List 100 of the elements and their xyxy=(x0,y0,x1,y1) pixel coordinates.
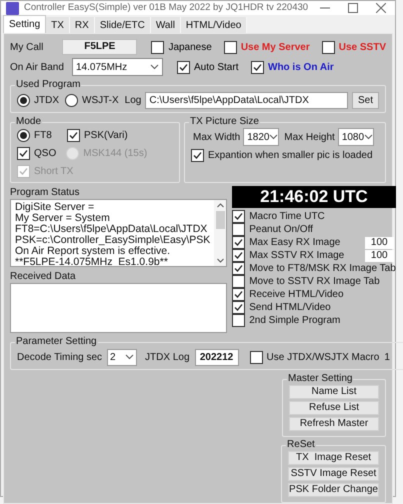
log-path-field[interactable]: C:\Users\f5lpe\AppData\Local\JTDX xyxy=(145,92,348,109)
height-dropdown[interactable]: 1080 xyxy=(338,128,374,146)
decode-timing-dropdown[interactable]: 2 xyxy=(107,348,138,366)
checkbox[interactable] xyxy=(177,60,190,74)
group-title: Master Setting xyxy=(287,373,354,386)
group-title: Mode xyxy=(15,116,42,128)
label: Receive HTML/Video xyxy=(249,288,344,302)
label: WSJT-X xyxy=(82,94,119,108)
checkbox[interactable] xyxy=(232,223,246,236)
label: FT8 xyxy=(34,129,52,144)
caret-icon xyxy=(364,134,374,140)
label: Expantion when smaller pic is loaded xyxy=(208,149,373,164)
group-title: Used Program xyxy=(15,79,82,92)
status-textbox[interactable]: DigiSite Server = My Server = System FT8=C:\Users\f5lpe\AppData\Local\JTDX PSK=c:\Controller_EasySimple\Easy\PSK On Air Report system is effective. **F5LPE-14.075MHz Es1.0.9b** xyxy=(10,199,228,268)
label: Max SSTV RX Image xyxy=(249,249,344,264)
label: JTDX Log xyxy=(145,350,190,365)
radio-button[interactable] xyxy=(65,94,78,107)
checkbox[interactable] xyxy=(151,40,164,54)
scrollbar[interactable] xyxy=(214,200,226,266)
tab[interactable]: Wall xyxy=(150,17,181,34)
maximize-icon[interactable] xyxy=(348,3,358,14)
label: Peanut On/Off xyxy=(249,223,313,238)
status-line: DigiSite Server = xyxy=(15,202,96,214)
checkbox[interactable] xyxy=(232,210,246,224)
tab[interactable]: Setting xyxy=(3,15,46,34)
group-title: TX Picture Size xyxy=(189,116,260,128)
label: My Call xyxy=(10,40,44,55)
scroll-thumb[interactable] xyxy=(216,211,225,230)
jtdx-log-field[interactable]: 202212 xyxy=(194,348,239,366)
label: Decode Timing sec xyxy=(17,350,102,365)
label: Log xyxy=(124,94,142,108)
checkbox[interactable] xyxy=(232,249,246,262)
checkmark-icon xyxy=(179,62,188,72)
label: Use SSTV xyxy=(338,40,386,55)
action-button[interactable]: Refuse List xyxy=(289,401,379,416)
label: Use JTDX/WSJTX Macro xyxy=(266,350,380,365)
group-title: Parameter Setting xyxy=(15,336,98,348)
checkbox[interactable] xyxy=(232,314,246,328)
scroll-up-icon[interactable] xyxy=(216,203,224,208)
checkmark-icon xyxy=(69,131,78,140)
label: Max Width xyxy=(193,130,240,145)
label: JTDX xyxy=(34,94,59,108)
label: Who is On Air xyxy=(268,60,334,75)
tab[interactable]: HTML/Video xyxy=(180,17,248,34)
action-button[interactable]: PSK Folder Change xyxy=(288,483,379,498)
checkbox[interactable] xyxy=(232,262,246,276)
label: On Air Band xyxy=(10,60,65,75)
checkbox[interactable] xyxy=(232,275,246,288)
label: 2nd Simple Program xyxy=(249,314,340,328)
label: PSK(Vari) xyxy=(84,129,128,144)
status-line: My Server = System xyxy=(15,213,110,224)
caret-icon xyxy=(150,64,159,70)
checkbox[interactable] xyxy=(232,236,246,250)
status-line: On Air Report system is effective. xyxy=(15,246,170,258)
app-icon xyxy=(6,2,19,15)
tab[interactable]: RX xyxy=(70,17,95,34)
radio-button[interactable] xyxy=(17,94,30,107)
action-button[interactable]: Refresh Master xyxy=(289,417,379,432)
checkbox[interactable] xyxy=(322,40,335,54)
label: MSK144 (15s) xyxy=(83,147,148,162)
checkbox[interactable] xyxy=(17,147,30,160)
call-sign-field[interactable]: F5LPE xyxy=(62,39,138,56)
label: Max Easy RX Image xyxy=(249,236,340,250)
checkbox[interactable] xyxy=(191,149,204,162)
label: Move to SSTV RX Image Tab xyxy=(249,275,380,290)
action-button[interactable]: TX Image Reset xyxy=(288,451,379,466)
checkbox[interactable] xyxy=(232,288,246,302)
checkbox[interactable] xyxy=(232,301,246,314)
received-data-textbox[interactable] xyxy=(10,283,228,334)
caret-icon xyxy=(125,354,134,360)
tab[interactable]: Slide/ETC xyxy=(94,17,151,34)
checkmark-icon xyxy=(234,212,244,222)
number-field[interactable]: 100 xyxy=(364,250,394,262)
label: Send HTML/Video xyxy=(249,301,331,316)
checkbox[interactable] xyxy=(251,60,264,74)
checkmark-icon xyxy=(253,62,262,72)
close-icon[interactable] xyxy=(376,3,386,14)
label: Use My Server xyxy=(240,40,310,55)
label: Max Height xyxy=(284,130,335,145)
set-button[interactable]: Set xyxy=(352,92,379,109)
action-button[interactable]: SSTV Image Reset xyxy=(288,467,379,482)
label: Short TX xyxy=(34,165,74,180)
checkbox[interactable] xyxy=(224,40,237,54)
label: Auto Start xyxy=(194,60,238,75)
label: Macro Time UTC xyxy=(249,210,325,224)
checkbox[interactable] xyxy=(250,350,263,364)
action-button[interactable]: Name List xyxy=(289,385,379,400)
label: Move to FT8/MSK RX Image Tab xyxy=(249,262,396,276)
width-dropdown[interactable]: 1820 xyxy=(243,128,280,146)
group-title: ReSet xyxy=(286,439,316,452)
band-dropdown[interactable]: 14.075MHz xyxy=(72,58,163,76)
section-title: Received Data xyxy=(10,270,77,284)
status-line: PSK=c:\Controller_EasySimple\Easy\PSK xyxy=(15,235,210,246)
utc-clock: 21:46:02 UTC xyxy=(232,186,396,208)
checkbox[interactable] xyxy=(67,129,80,142)
tab[interactable]: TX xyxy=(46,17,70,34)
number-field[interactable]: 100 xyxy=(364,236,394,249)
label: 1 xyxy=(384,350,390,365)
radio-button[interactable] xyxy=(17,129,30,142)
scroll-down-icon[interactable] xyxy=(216,258,224,264)
